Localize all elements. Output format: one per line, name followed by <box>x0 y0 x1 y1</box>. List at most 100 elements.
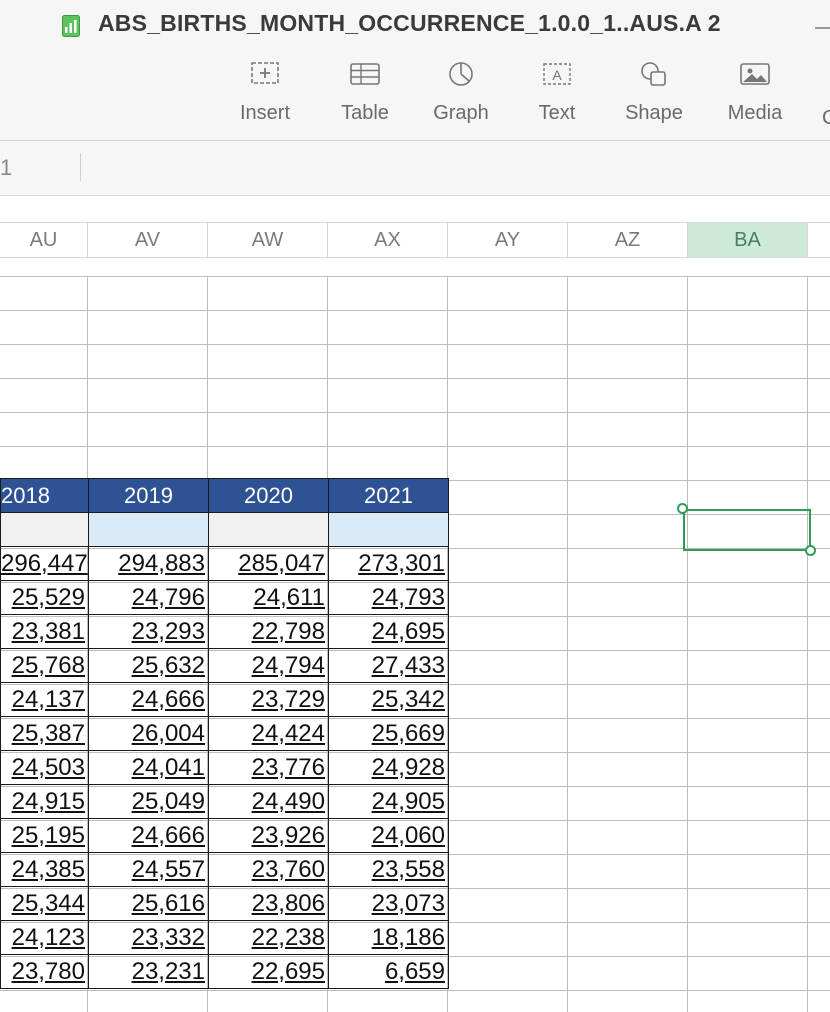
table-cell[interactable]: 23,231 <box>88 954 209 989</box>
selection-handle-top-left[interactable] <box>677 503 688 514</box>
table-cell[interactable]: 24,123 <box>0 920 89 955</box>
table-cell[interactable]: 24,666 <box>88 818 209 853</box>
table-cell[interactable]: 22,695 <box>208 954 329 989</box>
table-cell[interactable]: 23,780 <box>0 954 89 989</box>
table-cell[interactable]: 296,447 <box>0 546 89 581</box>
table-cell[interactable]: 25,768 <box>0 648 89 683</box>
table-row: 296,447 294,883 285,047 273,301 <box>0 546 449 581</box>
table-cell[interactable]: 6,659 <box>328 954 449 989</box>
column-header-aw[interactable]: AW <box>208 223 328 257</box>
table-cell[interactable]: 23,729 <box>208 682 329 717</box>
column-header-au[interactable]: AU <box>0 223 88 257</box>
table-cell[interactable]: 294,883 <box>88 546 209 581</box>
table-cell[interactable]: 24,796 <box>88 580 209 615</box>
selected-cell[interactable] <box>683 509 811 551</box>
table-cell[interactable]: 285,047 <box>208 546 329 581</box>
table-cell[interactable] <box>208 512 329 547</box>
table-cell[interactable]: 18,186 <box>328 920 449 955</box>
table-row <box>0 512 449 547</box>
selection-handle-bottom-right[interactable] <box>805 545 816 556</box>
title-chevron[interactable] <box>815 27 830 29</box>
table-cell[interactable]: 24,503 <box>0 750 89 785</box>
comment-button-partial[interactable]: C <box>822 107 830 130</box>
insert-button[interactable]: Insert <box>225 60 305 125</box>
table-cell[interactable]: 24,557 <box>88 852 209 887</box>
table-cell[interactable]: 23,926 <box>208 818 329 853</box>
table-cell[interactable]: 25,344 <box>0 886 89 921</box>
grid-line <box>567 276 568 1012</box>
column-header-av[interactable]: AV <box>88 223 208 257</box>
table-cell[interactable]: 25,195 <box>0 818 89 853</box>
table-icon <box>350 63 380 85</box>
table-cell[interactable]: 23,293 <box>88 614 209 649</box>
table-cell[interactable]: 23,776 <box>208 750 329 785</box>
header-cell[interactable]: 2019 <box>88 478 209 513</box>
table-cell[interactable]: 22,798 <box>208 614 329 649</box>
text-button[interactable]: A Text <box>517 60 597 125</box>
table-cell[interactable]: 24,611 <box>208 580 329 615</box>
table-cell[interactable]: 24,424 <box>208 716 329 751</box>
table-cell[interactable]: 26,004 <box>88 716 209 751</box>
column-header-row: AU AV AW AX AY AZ BA <box>0 222 830 258</box>
table-cell[interactable]: 25,387 <box>0 716 89 751</box>
graph-icon <box>449 62 473 86</box>
grid-line <box>0 378 830 379</box>
table-row: 24,503 24,041 23,776 24,928 <box>0 750 449 785</box>
table-cell[interactable]: 24,928 <box>328 750 449 785</box>
table-cell[interactable]: 23,073 <box>328 886 449 921</box>
table-cell[interactable]: 24,915 <box>0 784 89 819</box>
column-header-az[interactable]: AZ <box>568 223 688 257</box>
table-cell[interactable]: 23,332 <box>88 920 209 955</box>
table-row: 25,387 26,004 24,424 25,669 <box>0 716 449 751</box>
table-cell[interactable]: 23,381 <box>0 614 89 649</box>
table-cell[interactable]: 24,385 <box>0 852 89 887</box>
table-cell[interactable]: 27,433 <box>328 648 449 683</box>
table-cell[interactable] <box>88 512 209 547</box>
media-button[interactable]: Media <box>715 60 795 125</box>
table-button[interactable]: Table <box>325 60 405 125</box>
column-header-ba[interactable]: BA <box>688 223 808 257</box>
column-header-ax[interactable]: AX <box>328 223 448 257</box>
table-cell[interactable]: 24,490 <box>208 784 329 819</box>
table-cell[interactable]: 25,616 <box>88 886 209 921</box>
table-header-row: 2018 2019 2020 2021 <box>0 478 449 513</box>
table-cell[interactable]: 24,041 <box>88 750 209 785</box>
table-cell[interactable]: 22,238 <box>208 920 329 955</box>
shape-button[interactable]: Shape <box>614 60 694 125</box>
grid-line <box>687 276 688 1012</box>
table-cell[interactable]: 23,806 <box>208 886 329 921</box>
table-cell[interactable]: 24,695 <box>328 614 449 649</box>
svg-text:A: A <box>552 67 562 83</box>
table-cell[interactable]: 24,905 <box>328 784 449 819</box>
formula-bar: 1 <box>0 141 830 196</box>
grid-line <box>807 276 808 1012</box>
text-box-icon: A <box>543 63 571 85</box>
table-row: 25,529 24,796 24,611 24,793 <box>0 580 449 615</box>
header-cell[interactable]: 2018 <box>0 478 89 513</box>
grid-line <box>0 446 830 447</box>
table-cell[interactable]: 273,301 <box>328 546 449 581</box>
grid-line <box>0 412 830 413</box>
graph-button[interactable]: Graph <box>421 60 501 125</box>
table-cell[interactable]: 23,760 <box>208 852 329 887</box>
table-cell[interactable]: 25,342 <box>328 682 449 717</box>
header-cell[interactable]: 2021 <box>328 478 449 513</box>
table-cell[interactable]: 25,669 <box>328 716 449 751</box>
table-label: Table <box>341 102 389 124</box>
table-cell[interactable]: 24,060 <box>328 818 449 853</box>
table-cell[interactable]: 25,632 <box>88 648 209 683</box>
table-cell[interactable]: 25,529 <box>0 580 89 615</box>
table-cell[interactable] <box>0 512 89 547</box>
table-cell[interactable]: 24,666 <box>88 682 209 717</box>
table-cell[interactable]: 24,793 <box>328 580 449 615</box>
table-cell[interactable]: 23,558 <box>328 852 449 887</box>
cell-reference[interactable]: 1 <box>0 155 12 181</box>
table-cell[interactable]: 24,137 <box>0 682 89 717</box>
births-table[interactable]: 2018 2019 2020 2021 296,447 294,883 285,… <box>0 478 449 989</box>
column-header-ay[interactable]: AY <box>448 223 568 257</box>
table-cell[interactable]: 24,794 <box>208 648 329 683</box>
table-cell[interactable] <box>328 512 449 547</box>
header-cell[interactable]: 2020 <box>208 478 329 513</box>
table-row: 23,780 23,231 22,695 6,659 <box>0 954 449 989</box>
table-cell[interactable]: 25,049 <box>88 784 209 819</box>
